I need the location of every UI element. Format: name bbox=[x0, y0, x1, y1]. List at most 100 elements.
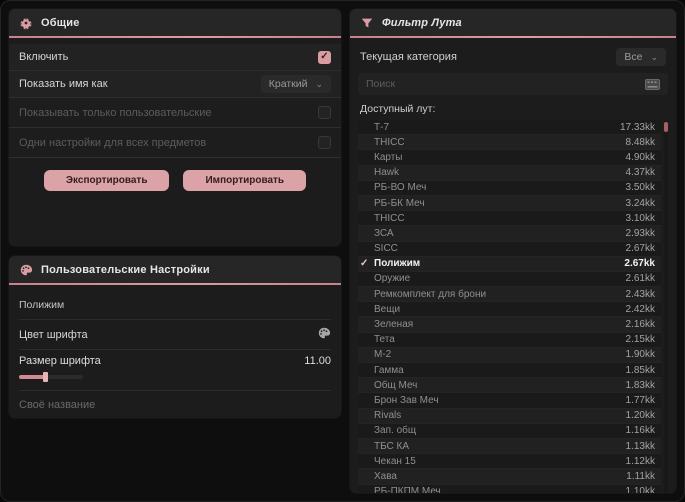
mod-settings-window: Общие Включить ✓ Показать имя как Кратки… bbox=[0, 0, 685, 502]
loot-item-value: 1.77kk bbox=[625, 394, 655, 406]
accent-divider bbox=[9, 36, 341, 38]
loot-item-row[interactable]: ✓ Оружие 2.61kk bbox=[358, 271, 661, 288]
loot-item-name: Тета bbox=[374, 334, 395, 346]
enable-row[interactable]: Включить ✓ bbox=[9, 44, 341, 71]
loot-item-value: 4.37kk bbox=[625, 167, 655, 179]
loot-item-row[interactable]: ✓ РБ-ВО Меч 3.50kk bbox=[358, 180, 661, 196]
left-column: Общие Включить ✓ Показать имя как Кратки… bbox=[9, 9, 341, 493]
loot-item-name: Оружие bbox=[374, 273, 411, 285]
general-panel-header: Общие bbox=[9, 9, 341, 36]
loot-item-name: Ремкомплект для брони bbox=[374, 288, 487, 300]
available-loot-label: Доступный лут: bbox=[360, 103, 436, 115]
loot-item-row[interactable]: ✓ THICC 8.48kk bbox=[358, 135, 661, 151]
loot-item-name: Общ Меч bbox=[374, 379, 418, 391]
loot-item-row[interactable]: ✓ М-2 1.90kk bbox=[358, 347, 661, 363]
loot-item-row[interactable]: ✓ Чекан 15 1.12kk bbox=[358, 454, 661, 470]
loot-item-name: THICC bbox=[374, 136, 405, 148]
category-value: Все bbox=[624, 51, 643, 63]
font-size-block: Размер шрифта 11.00 bbox=[19, 349, 331, 390]
color-palette-icon[interactable] bbox=[317, 326, 331, 343]
only-custom-checkbox[interactable] bbox=[318, 106, 331, 119]
export-button[interactable]: Экспортировать bbox=[43, 170, 170, 191]
category-label: Текущая категория bbox=[360, 51, 457, 63]
loot-item-row[interactable]: ✓ Общ Меч 1.83kk bbox=[358, 378, 661, 394]
gear-icon bbox=[19, 16, 33, 30]
loot-item-value: 8.48kk bbox=[625, 136, 655, 148]
loot-item-value: 2.67kk bbox=[625, 243, 655, 255]
loot-item-value: 1.16kk bbox=[625, 425, 655, 437]
loot-item-row[interactable]: ✓ ЗСА 2.93kk bbox=[358, 226, 661, 242]
show-name-dropdown[interactable]: Краткий ⌄ bbox=[260, 75, 331, 93]
loot-item-name: М-2 bbox=[374, 349, 392, 361]
loot-item-row[interactable]: ✓ Зап. общ 1.16kk bbox=[358, 423, 661, 439]
loot-filter-header: Фильтр Лута bbox=[350, 9, 676, 36]
loot-item-name: Rivals bbox=[374, 410, 402, 422]
loot-item-row[interactable]: ✓ РБ-БК Меч 3.24kk bbox=[358, 195, 661, 212]
custom-name-input[interactable]: Своё название bbox=[19, 390, 331, 413]
loot-item-name: Карты bbox=[374, 151, 403, 163]
keyboard-icon[interactable] bbox=[645, 78, 660, 90]
loot-item-value: 1.13kk bbox=[625, 440, 655, 452]
loot-item-row[interactable]: ✓ Гамма 1.85kk bbox=[358, 363, 661, 379]
loot-scrollbar[interactable] bbox=[664, 120, 668, 493]
enable-label: Включить bbox=[19, 51, 69, 63]
font-size-value: 11.00 bbox=[304, 355, 331, 367]
loot-item-row[interactable]: ✓ Тета 2.15kk bbox=[358, 332, 661, 348]
loot-item-row[interactable]: ✓ Полижим 2.67kk bbox=[358, 256, 661, 272]
same-settings-checkbox[interactable] bbox=[318, 136, 331, 149]
custom-settings-title: Пользовательские Настройки bbox=[41, 263, 210, 276]
loot-item-name: Зап. общ bbox=[374, 425, 417, 437]
loot-item-value: 1.12kk bbox=[625, 455, 655, 467]
scrollbar-thumb[interactable] bbox=[664, 122, 668, 132]
show-name-row: Показать имя как Краткий ⌄ bbox=[9, 71, 341, 98]
loot-item-value: 1.83kk bbox=[625, 379, 655, 391]
loot-item-name: Полижим bbox=[374, 258, 421, 270]
loot-item-row[interactable]: ✓ Вещи 2.42kk bbox=[358, 302, 661, 318]
enable-checkbox[interactable]: ✓ bbox=[318, 50, 331, 64]
loot-item-value: 2.42kk bbox=[625, 303, 655, 315]
same-settings-row[interactable]: Одни настройки для всех предметов bbox=[9, 128, 341, 158]
loot-item-name: ТБС КА bbox=[374, 440, 410, 452]
loot-item-row[interactable]: ✓ Зеленая 2.16kk bbox=[358, 317, 661, 333]
font-size-slider[interactable] bbox=[19, 371, 83, 382]
loot-item-row[interactable]: ✓ Брон Зав Меч 1.77kk bbox=[358, 393, 661, 409]
loot-item-name: Чекан 15 bbox=[374, 455, 416, 467]
category-dropdown[interactable]: Все ⌄ bbox=[616, 48, 666, 66]
loot-item-row[interactable]: ✓ Rivals 1.20kk bbox=[358, 408, 661, 424]
loot-item-name: Гамма bbox=[374, 364, 404, 376]
loot-item-value: 3.24kk bbox=[625, 197, 655, 209]
loot-item-row[interactable]: ✓ SICC 2.67kk bbox=[358, 241, 661, 257]
loot-item-name: Хава bbox=[374, 470, 397, 482]
selected-item-name: Полижим bbox=[19, 299, 65, 311]
loot-item-row[interactable]: ✓ Карты 4.90kk bbox=[358, 150, 661, 166]
loot-item-name: THICC bbox=[374, 212, 405, 224]
funnel-icon bbox=[360, 16, 374, 30]
loot-item-value: 2.43kk bbox=[625, 288, 655, 300]
custom-settings-body: Полижим Цвет шрифта Размер шрифта 11.00 bbox=[9, 285, 341, 418]
loot-filter-body: Текущая категория Все ⌄ Поиск Доступный … bbox=[350, 38, 676, 493]
loot-item-row[interactable]: ✓ ТБС КА 1.13kk bbox=[358, 438, 661, 455]
import-button[interactable]: Импортировать bbox=[183, 170, 307, 191]
palette-icon bbox=[19, 263, 33, 277]
loot-item-name: РБ-БК Меч bbox=[374, 197, 425, 209]
loot-item-row[interactable]: ✓ Ремкомплект для брони 2.43kk bbox=[358, 287, 661, 303]
search-box[interactable]: Поиск bbox=[358, 73, 668, 95]
font-color-row[interactable]: Цвет шрифта bbox=[19, 319, 331, 349]
loot-item-value: 1.11kk bbox=[626, 470, 655, 482]
loot-item-value: 1.85kk bbox=[625, 364, 655, 376]
loot-item-value: 3.50kk bbox=[625, 182, 655, 194]
loot-item-name: Hawk bbox=[374, 167, 400, 179]
loot-item-value: 2.16kk bbox=[625, 319, 655, 331]
loot-item-row[interactable]: ✓ РБ-ПКПМ Меч 1.10kk bbox=[358, 484, 661, 493]
loot-item-value: 1.10kk bbox=[625, 486, 655, 493]
loot-item-row[interactable]: ✓ Т-7 17.33kk bbox=[358, 120, 661, 136]
loot-item-row[interactable]: ✓ THICC 3.10kk bbox=[358, 211, 661, 227]
loot-item-row[interactable]: ✓ Hawk 4.37kk bbox=[358, 165, 661, 181]
loot-item-value: 4.90kk bbox=[625, 151, 655, 163]
show-name-value: Краткий bbox=[268, 78, 308, 90]
right-column: Фильтр Лута Текущая категория Все ⌄ Поис… bbox=[350, 9, 676, 493]
slider-handle[interactable] bbox=[43, 372, 48, 382]
loot-item-row[interactable]: ✓ Хава 1.11kk bbox=[358, 469, 661, 485]
only-custom-row[interactable]: Показывать только пользовательские bbox=[9, 98, 341, 128]
loot-item-name: ЗСА bbox=[374, 227, 394, 239]
